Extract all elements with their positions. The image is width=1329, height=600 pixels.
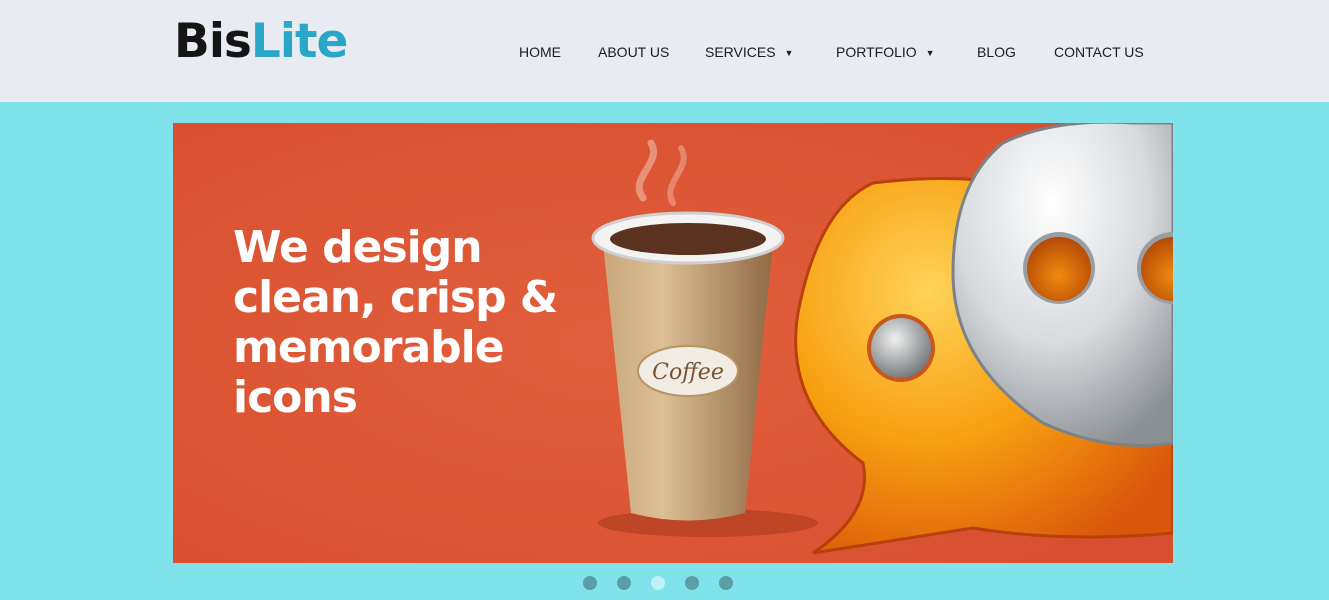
hero-headline-line4: icons	[233, 372, 358, 423]
nav-about[interactable]: ABOUT US	[598, 44, 669, 60]
nav-services-label: SERVICES	[705, 44, 776, 60]
hero-headline-line1: We design	[233, 222, 483, 273]
slider-dot-4[interactable]	[685, 576, 699, 590]
nav-services[interactable]: SERVICES ▼	[705, 44, 793, 60]
hero-slider: Coffee We design clean, crisp & memorabl…	[173, 123, 1173, 563]
slider-pagination	[0, 576, 1329, 590]
slider-dot-3[interactable]	[651, 576, 665, 590]
brand-logo[interactable]: BisLite	[174, 14, 348, 70]
slider-dot-2[interactable]	[617, 576, 631, 590]
nav-blog[interactable]: BLOG	[977, 44, 1016, 60]
nav-home-label: HOME	[519, 44, 561, 60]
hero-headline-line2: clean, crisp &	[233, 272, 558, 323]
nav-contact[interactable]: CONTACT US	[1054, 44, 1144, 60]
chevron-down-icon: ▼	[784, 48, 794, 58]
hero-headline: We design clean, crisp & memorable icons	[233, 223, 573, 423]
nav-portfolio[interactable]: PORTFOLIO ▼	[836, 44, 935, 60]
brand-logo-part2: Lite	[250, 14, 348, 69]
nav-about-label: ABOUT US	[598, 44, 670, 60]
nav-blog-label: BLOG	[977, 44, 1016, 60]
chevron-down-icon: ▼	[925, 48, 935, 58]
nav-portfolio-label: PORTFOLIO	[836, 44, 917, 60]
hero-headline-line3: memorable	[233, 322, 505, 373]
cup-label: Coffee	[652, 360, 724, 385]
nav-contact-label: CONTACT US	[1054, 44, 1144, 60]
slider-dot-5[interactable]	[719, 576, 733, 590]
site-header: BisLite HOME ABOUT US SERVICES ▼ PORTFOLI…	[0, 0, 1329, 102]
nav-home[interactable]: HOME	[519, 44, 561, 60]
slider-dot-1[interactable]	[583, 576, 597, 590]
brand-logo-part1: Bis	[174, 14, 252, 69]
